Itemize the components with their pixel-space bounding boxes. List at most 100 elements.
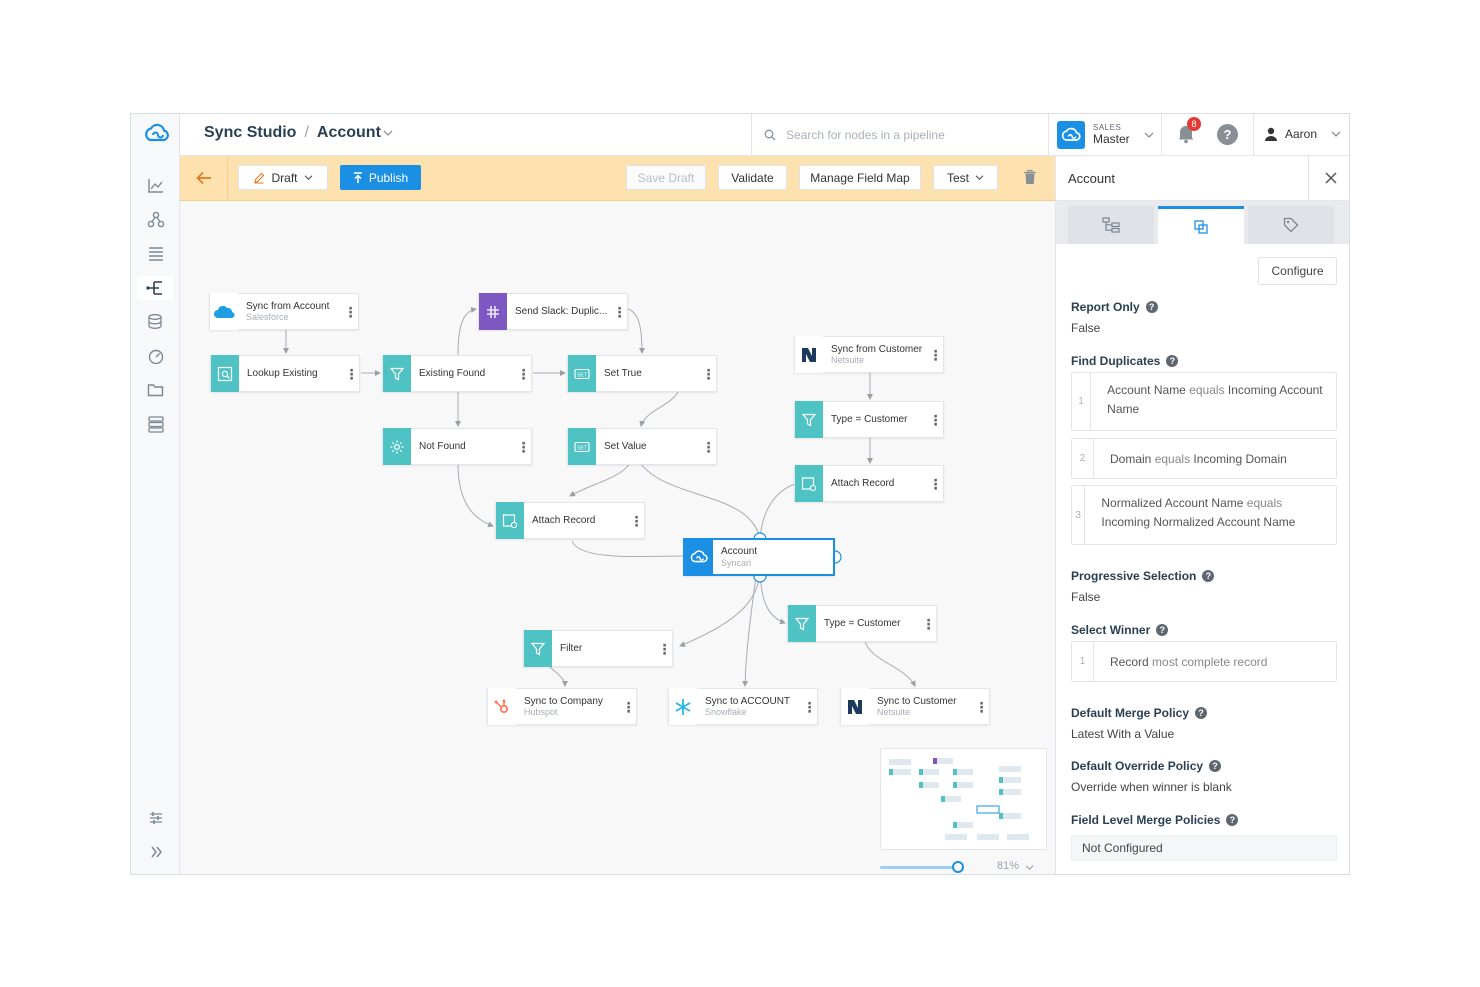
node-attach-record-right[interactable]: Attach Record ⋮: [794, 465, 944, 502]
server-icon[interactable]: [143, 412, 169, 436]
node-filter[interactable]: Filter ⋮: [523, 630, 673, 667]
trash-icon[interactable]: [1023, 169, 1037, 187]
node-sync-from-account[interactable]: Sync from Account Salesforce ⋮: [209, 293, 359, 330]
node-sync-to-customer[interactable]: Sync to Customer Netsuite ⋮: [840, 688, 990, 725]
node-menu-icon[interactable]: ⋮: [515, 367, 531, 381]
node-menu-icon[interactable]: ⋮: [927, 348, 943, 362]
node-send-slack[interactable]: Send Slack: Duplic... ⋮: [478, 293, 628, 330]
expand-chevrons-icon[interactable]: [143, 840, 169, 864]
node-set-true[interactable]: SET Set True ⋮: [567, 355, 717, 392]
canvas-minimap[interactable]: [880, 748, 1047, 850]
node-sync-to-account[interactable]: Sync to ACCOUNT Snowflake ⋮: [668, 688, 818, 725]
settings-sliders-icon[interactable]: [143, 806, 169, 830]
zoom-slider-track[interactable]: [880, 866, 960, 869]
gauge-icon[interactable]: [143, 344, 169, 368]
node-menu-icon[interactable]: ⋮: [801, 700, 817, 714]
field-level-merge-value[interactable]: Not Configured: [1071, 835, 1337, 861]
breadcrumb-pipeline[interactable]: Account: [317, 124, 381, 142]
tab-tags[interactable]: [1248, 206, 1334, 244]
test-dropdown[interactable]: Test: [933, 165, 998, 190]
help-icon[interactable]: ?: [1209, 760, 1222, 772]
set-value-icon: SET: [568, 428, 596, 465]
database-icon[interactable]: [143, 310, 169, 334]
node-menu-icon[interactable]: ⋮: [620, 700, 636, 714]
node-title: Filter: [560, 642, 583, 654]
user-menu[interactable]: Aaron: [1263, 126, 1341, 142]
progressive-selection-value: False: [1071, 590, 1101, 604]
help-icon[interactable]: ?: [1156, 624, 1169, 636]
search-input[interactable]: [786, 128, 1036, 142]
default-merge-policy-label: Default Merge Policy?: [1071, 706, 1208, 720]
chevron-down-icon[interactable]: [383, 129, 393, 137]
node-not-found[interactable]: Not Found ⋮: [382, 428, 532, 465]
zoom-level[interactable]: 81%: [997, 860, 1019, 872]
back-arrow-icon[interactable]: [180, 156, 228, 200]
org-switcher[interactable]: SALES Master: [1057, 118, 1161, 152]
breadcrumb-app[interactable]: Sync Studio: [204, 124, 296, 142]
node-account-center[interactable]: Account Syncari: [683, 538, 835, 576]
publish-button[interactable]: Publish: [340, 165, 421, 190]
node-menu-icon[interactable]: ⋮: [927, 413, 943, 427]
node-menu-icon[interactable]: ⋮: [700, 367, 716, 381]
zoom-control[interactable]: 81%: [880, 859, 1040, 874]
draft-dropdown[interactable]: Draft: [238, 165, 328, 190]
manage-field-map-button[interactable]: Manage Field Map: [799, 165, 921, 190]
node-menu-icon[interactable]: ⋮: [973, 700, 989, 714]
node-set-value[interactable]: SET Set Value ⋮: [567, 428, 717, 465]
salesforce-icon: [210, 293, 238, 330]
default-merge-policy-value: Latest With a Value: [1071, 727, 1175, 741]
zoom-slider-knob[interactable]: [952, 861, 964, 873]
syncari-logo-icon[interactable]: [142, 122, 170, 146]
entities-icon[interactable]: [143, 208, 169, 232]
node-menu-icon[interactable]: ⋮: [920, 617, 936, 631]
edge: [759, 575, 786, 625]
node-menu-icon[interactable]: ⋮: [343, 367, 359, 381]
close-icon[interactable]: [1308, 156, 1349, 200]
node-menu-icon[interactable]: ⋮: [515, 440, 531, 454]
app-window: Sync Studio / Account SALES Master 8 ?: [130, 113, 1350, 875]
duplicate-rule[interactable]: 1 Account Name equals Incoming Account N…: [1071, 372, 1337, 431]
filter-icon: [795, 401, 823, 438]
filter-icon: [524, 630, 552, 667]
help-icon[interactable]: ?: [1226, 814, 1239, 826]
pipeline-canvas[interactable]: Sync from Account Salesforce ⋮ Send Slack…: [180, 201, 1055, 874]
dashboard-chart-icon[interactable]: [143, 174, 169, 198]
configure-button[interactable]: Configure: [1258, 257, 1337, 285]
node-sync-to-company[interactable]: Sync to Company Hubspot ⋮: [487, 688, 637, 725]
node-menu-icon[interactable]: ⋮: [611, 305, 627, 319]
breadcrumb: Sync Studio / Account: [204, 124, 393, 142]
node-menu-icon[interactable]: ⋮: [700, 440, 716, 454]
node-sync-from-customer[interactable]: Sync from Customer Netsuite ⋮: [794, 336, 944, 373]
duplicate-rule[interactable]: 2 Domain equals Incoming Domain: [1071, 438, 1337, 479]
help-icon[interactable]: ?: [1145, 301, 1158, 313]
node-type-customer-bottom[interactable]: Type = Customer ⋮: [787, 605, 937, 642]
node-menu-icon[interactable]: ⋮: [656, 642, 672, 656]
folder-icon[interactable]: [143, 378, 169, 402]
set-value-icon: SET: [568, 355, 596, 392]
validate-button[interactable]: Validate: [718, 165, 787, 190]
node-type-customer-top[interactable]: Type = Customer ⋮: [794, 401, 944, 438]
node-menu-icon[interactable]: ⋮: [927, 477, 943, 491]
tab-dedupe[interactable]: [1158, 206, 1244, 244]
help-icon[interactable]: ?: [1217, 124, 1238, 145]
node-title: Attach Record: [532, 514, 596, 526]
chevron-down-icon[interactable]: [1025, 864, 1034, 871]
help-icon[interactable]: ?: [1195, 707, 1208, 719]
duplicate-rule[interactable]: 3 Normalized Account Name equals Incomin…: [1071, 485, 1337, 545]
node-menu-icon[interactable]: ⋮: [628, 514, 644, 528]
rule-detail: most complete record: [1152, 655, 1268, 669]
help-icon[interactable]: ?: [1202, 570, 1215, 582]
tab-hierarchy[interactable]: [1068, 206, 1154, 244]
node-menu-icon[interactable]: ⋮: [342, 305, 358, 319]
rule-number: 1: [1072, 373, 1092, 430]
save-draft-button[interactable]: Save Draft: [626, 165, 706, 190]
node-existing-found[interactable]: Existing Found ⋮: [382, 355, 532, 392]
node-lookup-existing[interactable]: Lookup Existing ⋮: [210, 355, 360, 392]
pipeline-icon[interactable]: [137, 276, 173, 300]
rule-target: Incoming Normalized Account Name: [1101, 514, 1296, 529]
winner-rule[interactable]: 1 Record most complete record: [1071, 641, 1337, 682]
help-icon[interactable]: ?: [1166, 355, 1179, 367]
edge: [679, 575, 761, 647]
list-icon[interactable]: [143, 242, 169, 266]
node-attach-record-left[interactable]: Attach Record ⋮: [495, 502, 645, 539]
